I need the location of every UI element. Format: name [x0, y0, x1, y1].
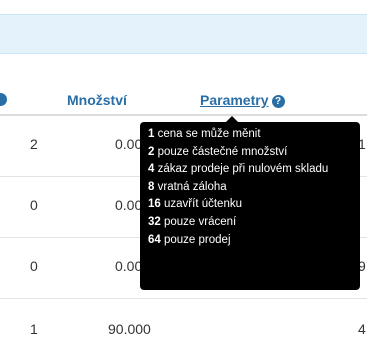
price-cell: 0.00 [115, 258, 143, 274]
column-header-parameters-label: Parametry [200, 92, 269, 108]
tooltip-item: 16 uzavřít účtenku [148, 196, 352, 214]
quantity-cell: 2 [30, 136, 38, 152]
tooltip-item-text: cena se může měnit [157, 128, 261, 140]
tooltip-item: 2 pouze částečné množství [148, 144, 352, 162]
column-header-quantity[interactable]: Množství [67, 92, 127, 108]
tooltip-item: 1 cena se může měnit [148, 126, 352, 144]
tooltip-item: 4 zákaz prodeje při nulovém skladu [148, 161, 352, 179]
tooltip-item-text: pouze prodej [164, 233, 231, 246]
tooltip-item-code: 32 [148, 215, 161, 228]
tooltip-item: 32 pouze vrácení [148, 214, 352, 232]
tooltip-item: 64 pouze prodej [148, 232, 352, 250]
tooltip-item-code: 64 [148, 233, 161, 246]
tooltip-item-code: 16 [148, 198, 161, 211]
column-header-parameters[interactable]: Parametry? [200, 92, 285, 108]
quantity-cell: 0 [30, 258, 38, 274]
question-circle-icon[interactable]: ? [271, 95, 285, 108]
tooltip-item-text: pouze vrácení [164, 215, 237, 228]
table-row: 1 90.000 4 [0, 299, 367, 360]
table-header-row: Množství Parametry? [0, 86, 367, 116]
price-cell: 0.00 [115, 136, 143, 152]
quantity-cell: 0 [30, 197, 38, 213]
tooltip-item-code: 2 [148, 145, 155, 158]
tooltip-item-text: uzavřít účtenku [164, 198, 242, 211]
tooltip-item-code: 4 [148, 163, 155, 176]
tooltip-item: 8 vratná záloha [148, 179, 352, 197]
info-icon[interactable] [0, 93, 7, 106]
parameters-tooltip: 1 cena se může měnit 2 pouze částečné mn… [140, 122, 360, 290]
tooltip-item-text: vratná záloha [157, 180, 227, 193]
info-alert-box [0, 14, 367, 54]
tooltip-item-text: pouze částečné množství [157, 145, 288, 158]
price-cell: 0.00 [115, 197, 143, 213]
tooltip-item-code: 8 [148, 180, 155, 193]
tooltip-item-code: 1 [148, 128, 155, 140]
tooltip-item-text: zákaz prodeje při nulovém skladu [157, 163, 329, 176]
